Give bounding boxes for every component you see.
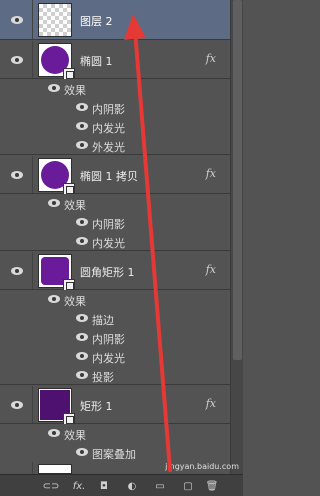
trash-icon[interactable]: 🗑	[204, 479, 220, 493]
effect-label: 内发光	[92, 352, 125, 365]
visibility-cell	[0, 41, 33, 78]
layer-row-rounded-rect1[interactable]: 圆角矩形 1 fx	[0, 252, 230, 291]
eye-icon[interactable]	[11, 267, 23, 275]
effects-header[interactable]: 效果	[0, 79, 230, 98]
scrollbar-thumb[interactable]	[233, 0, 242, 360]
eye-icon[interactable]	[48, 84, 60, 92]
effect-label: 内发光	[92, 122, 125, 135]
effect-item[interactable]: 内阴影	[0, 98, 230, 117]
eye-icon[interactable]	[48, 295, 60, 303]
fx-icon[interactable]: fx	[206, 397, 216, 410]
effects-label: 效果	[64, 199, 86, 212]
add-mask-icon[interactable]: ◘	[96, 479, 112, 493]
fx-icon[interactable]: fx	[206, 52, 216, 65]
new-group-icon[interactable]: ▭	[152, 479, 168, 493]
layer-thumbnail	[38, 43, 75, 80]
eye-icon[interactable]	[76, 314, 88, 322]
effects-header[interactable]: 效果	[0, 194, 230, 213]
watermark: jingyan.baidu.com	[165, 462, 239, 471]
eye-icon[interactable]	[11, 56, 23, 64]
visibility-cell	[0, 0, 33, 39]
effect-label: 内阴影	[92, 218, 125, 231]
eye-icon[interactable]	[76, 352, 88, 360]
effects-header[interactable]: 效果	[0, 424, 230, 443]
link-layers-icon[interactable]: ⊂⊃	[42, 479, 60, 493]
new-layer-icon[interactable]: ▢	[180, 479, 196, 493]
eye-icon[interactable]	[11, 401, 23, 409]
effect-label: 内发光	[92, 237, 125, 250]
fx-icon[interactable]: fx	[206, 167, 216, 180]
layer-thumbnail	[38, 254, 75, 291]
scrollbar[interactable]	[230, 0, 243, 474]
effect-label: 投影	[92, 371, 114, 384]
layers-panel: 图层 2 椭圆 1 fx 效果 内阴影 内发光 外发光 椭圆 1 拷贝 fx 效…	[0, 0, 243, 496]
effect-item[interactable]: 描边	[0, 309, 230, 328]
eye-icon[interactable]	[11, 171, 23, 179]
add-style-icon[interactable]: fx.	[70, 479, 88, 493]
layer-row-ellipse1-copy[interactable]: 椭圆 1 拷贝 fx	[0, 156, 230, 195]
effect-label: 图案叠加	[92, 448, 136, 461]
eye-icon[interactable]	[76, 333, 88, 341]
eye-icon[interactable]	[76, 237, 88, 245]
eye-icon[interactable]	[76, 122, 88, 130]
adjustment-layer-icon[interactable]: ◐	[124, 479, 140, 493]
layer-thumbnail	[38, 158, 75, 195]
eye-icon[interactable]	[76, 103, 88, 111]
fx-icon[interactable]: fx	[206, 263, 216, 276]
eye-icon[interactable]	[76, 371, 88, 379]
effect-item[interactable]: 外发光	[0, 136, 230, 155]
eye-icon[interactable]	[76, 218, 88, 226]
effect-item[interactable]: 内阴影	[0, 213, 230, 232]
layer-name[interactable]: 圆角矩形 1	[80, 264, 135, 280]
layer-thumbnail	[38, 464, 72, 474]
eye-icon[interactable]	[11, 16, 23, 24]
layer-thumbnail	[38, 388, 75, 425]
eye-icon[interactable]	[76, 141, 88, 149]
effects-label: 效果	[64, 295, 86, 308]
layer-name[interactable]: 椭圆 1	[80, 53, 113, 69]
layer-name[interactable]: 矩形 1	[80, 398, 113, 414]
layer-name[interactable]: 椭圆 1 拷贝	[80, 168, 138, 184]
layer-name[interactable]: 图层 2	[80, 13, 113, 29]
effect-label: 内阴影	[92, 103, 125, 116]
visibility-cell	[0, 156, 33, 193]
effect-item[interactable]: 投影	[0, 366, 230, 385]
effects-header[interactable]: 效果	[0, 290, 230, 309]
effect-item[interactable]: 内发光	[0, 347, 230, 366]
effects-label: 效果	[64, 84, 86, 97]
layer-row-ellipse1[interactable]: 椭圆 1 fx	[0, 41, 230, 80]
layer-thumbnail	[38, 3, 72, 37]
eye-icon[interactable]	[76, 448, 88, 456]
effect-label: 内阴影	[92, 333, 125, 346]
effect-item[interactable]: 图案叠加	[0, 443, 230, 462]
visibility-cell	[0, 462, 33, 474]
eye-icon[interactable]	[48, 199, 60, 207]
effect-label: 描边	[92, 314, 114, 327]
effect-item[interactable]: 内发光	[0, 117, 230, 136]
effect-item[interactable]: 内阴影	[0, 328, 230, 347]
eye-icon[interactable]	[48, 429, 60, 437]
effect-label: 外发光	[92, 141, 125, 154]
layers-toolbar: ⊂⊃ fx. ◘ ◐ ▭ ▢ 🗑	[0, 474, 243, 496]
effects-label: 效果	[64, 429, 86, 442]
layer-row-layer2[interactable]: 图层 2	[0, 0, 230, 40]
visibility-cell	[0, 252, 33, 289]
layer-row-rect1[interactable]: 矩形 1 fx	[0, 386, 230, 425]
visibility-cell	[0, 386, 33, 423]
effect-item[interactable]: 内发光	[0, 232, 230, 251]
